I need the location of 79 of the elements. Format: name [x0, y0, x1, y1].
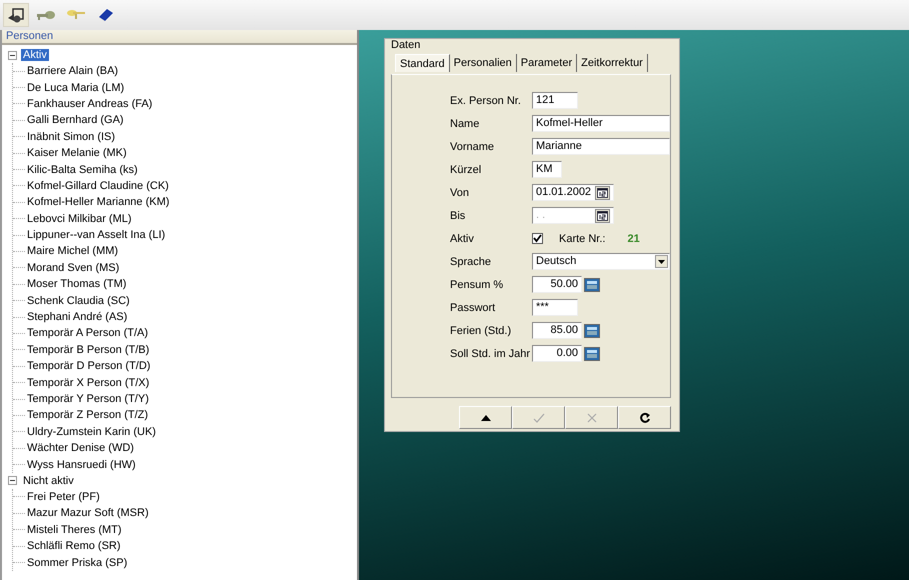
field-label: Name [450, 118, 480, 130]
input-field[interactable]: *** [532, 299, 578, 316]
card-number: 21 [627, 232, 640, 244]
tree-item[interactable]: Fankhauser Andreas (FA) [27, 98, 152, 110]
collapse-icon[interactable] [8, 476, 17, 486]
tree-item[interactable]: Stephani André (AS) [27, 311, 128, 324]
tree-item[interactable]: Wyss Hansruedi (HW) [27, 458, 136, 471]
tab[interactable]: Standard [395, 54, 450, 72]
field-label: Ferien (Std.) [450, 324, 512, 336]
number-field[interactable]: 0.00 [532, 345, 582, 362]
tree-item[interactable]: Lebovci Milkibar (ML) [27, 212, 132, 225]
field-label: Von [450, 186, 470, 198]
tree-item[interactable]: Temporär A Person (T/A) [27, 327, 148, 340]
tree-item[interactable]: Frei Peter (PF) [27, 490, 100, 503]
calculator-icon[interactable] [584, 324, 600, 338]
group-title: Daten [390, 39, 422, 51]
tree-item[interactable]: Kilic-Balta Semiha (ks) [27, 164, 138, 176]
tree-item[interactable]: Moser Thomas (TM) [27, 278, 126, 290]
number-field[interactable]: 50.00 [532, 276, 582, 293]
tree-item[interactable]: Aktiv [21, 49, 49, 61]
tree-item[interactable]: Kofmel-Heller Marianne (KM) [27, 196, 170, 208]
tree-item[interactable]: Temporär D Person (T/D) [27, 360, 150, 372]
input-field[interactable]: Marianne [532, 138, 670, 155]
tree-item[interactable]: Uldry-Zumstein Karin (UK) [27, 426, 156, 438]
number-field[interactable]: 85.00 [532, 322, 582, 339]
toolbar-button[interactable] [3, 3, 29, 27]
field-label: Soll Std. im Jahr [450, 348, 532, 360]
tree-item[interactable]: Kaiser Melanie (MK) [27, 147, 127, 160]
calendar-icon[interactable] [595, 186, 610, 200]
tree-item[interactable]: Nicht aktiv [21, 474, 76, 487]
key-icon [66, 8, 86, 22]
cross-icon [586, 412, 598, 424]
field-label: Pensum % [450, 278, 504, 290]
date-field[interactable]: 01.01.2002 [532, 184, 614, 201]
tab[interactable]: Parameter [516, 54, 578, 72]
tree-item[interactable]: Sommer Priska (SP) [27, 556, 128, 569]
tree-item[interactable]: Maire Michel (MM) [27, 245, 118, 258]
tree-item[interactable]: Temporär X Person (T/X) [27, 376, 150, 389]
refresh-icon [638, 412, 650, 424]
tree-item[interactable]: Mazur Mazur Soft (MSR) [27, 507, 149, 520]
input-field[interactable]: Kofmel-Heller [532, 115, 670, 132]
tree-item[interactable]: Temporär Z Person (T/Z) [27, 409, 148, 422]
field-label: Vorname [450, 140, 496, 152]
tree-item[interactable]: Barriere Alain (BA) [27, 65, 118, 78]
field-label: Bis [450, 210, 466, 222]
calendar-icon[interactable] [595, 208, 610, 222]
box-icon [7, 7, 25, 23]
field-label: Karte Nr.: [559, 232, 606, 244]
tree-item[interactable]: Inäbnit Simon (IS) [27, 130, 116, 143]
input-field[interactable]: KM [532, 161, 562, 178]
tab[interactable]: Personalien [450, 54, 517, 72]
key-icon [36, 8, 56, 22]
tree-item[interactable]: Galli Bernhard (GA) [27, 114, 124, 126]
language-dropdown[interactable]: Deutsch [532, 253, 670, 270]
field-label: Ex. Person Nr. [450, 94, 522, 106]
tree-item[interactable]: Temporär B Person (T/B) [27, 344, 150, 356]
collapse-icon[interactable] [8, 50, 17, 60]
panel-title: Personen [2, 30, 357, 45]
input-field[interactable]: 121 [532, 92, 578, 109]
field-label: Passwort [450, 302, 496, 314]
tree-item[interactable]: Temporär Y Person (T/Y) [27, 393, 149, 405]
tree-item[interactable]: Wächter Denise (WD) [27, 442, 134, 454]
calculator-icon[interactable] [584, 346, 600, 360]
field-label: Sprache [450, 256, 492, 268]
refresh-button[interactable] [618, 406, 671, 429]
checkbox[interactable] [532, 233, 543, 244]
checkmark-icon [532, 412, 544, 424]
calculator-icon[interactable] [584, 278, 600, 292]
tree-item[interactable]: Lippuner--van Asselt Ina (LI) [27, 229, 166, 242]
tree-item[interactable]: Morand Sven (MS) [27, 262, 120, 274]
up-button[interactable] [459, 406, 512, 429]
tab[interactable]: Zeitkorrektur [577, 54, 648, 72]
tree-item[interactable]: Kofmel-Gillard Claudine (CK) [27, 180, 169, 192]
field-label: Aktiv [450, 232, 475, 244]
tree-item[interactable]: De Luca Maria (LM) [27, 82, 124, 94]
field-label: Kürzel [450, 164, 482, 176]
tree-item[interactable]: Schläfli Remo (SR) [27, 540, 121, 552]
tree-item[interactable]: Misteli Theres (MT) [27, 524, 122, 536]
tree-item[interactable]: Schenk Claudia (SC) [27, 294, 130, 307]
